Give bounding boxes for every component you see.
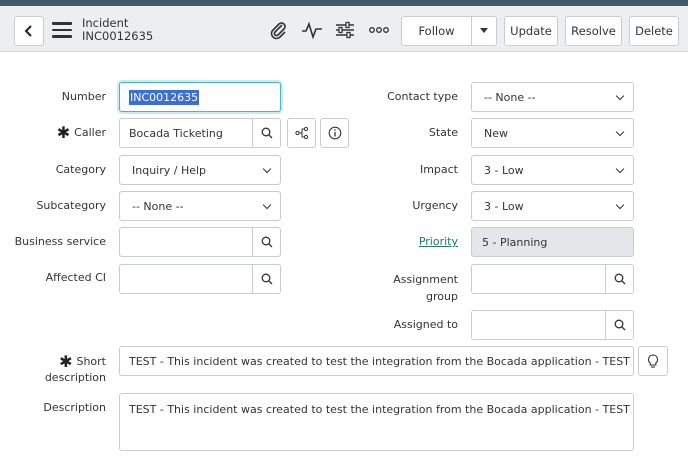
number-field[interactable]: INC0012635 xyxy=(119,82,281,112)
show-dependencies-button[interactable] xyxy=(287,118,316,148)
subcategory-select[interactable]: -- None -- xyxy=(119,191,281,221)
assigned-to-field[interactable] xyxy=(471,310,606,340)
follow-button[interactable]: Follow xyxy=(401,16,472,46)
urgency-select[interactable]: 3 - Low xyxy=(471,191,634,221)
resolve-button[interactable]: Resolve xyxy=(565,16,622,46)
hamburger-menu-icon[interactable] xyxy=(52,22,72,38)
search-icon xyxy=(614,319,625,331)
affected-ci-label: Affected CI xyxy=(45,271,106,284)
caret-down-icon xyxy=(480,28,488,33)
required-asterisk-icon: ✱ xyxy=(59,352,73,371)
update-button[interactable]: Update xyxy=(504,16,558,46)
short-description-label-line2: description xyxy=(44,371,106,384)
impact-label: Impact xyxy=(419,163,458,176)
category-select[interactable]: Inquiry / Help xyxy=(119,155,281,185)
search-icon xyxy=(261,273,272,285)
header-record-number: INC0012635 xyxy=(82,29,154,43)
business-service-label: Business service xyxy=(14,235,106,248)
short-description-field[interactable]: TEST - This incident was created to test… xyxy=(119,346,634,376)
category-label: Category xyxy=(55,163,106,176)
dependency-tree-icon xyxy=(294,127,308,139)
number-label: Number xyxy=(61,90,106,103)
attachment-icon[interactable] xyxy=(266,18,290,42)
priority-field: 5 - Planning xyxy=(471,227,634,257)
search-icon xyxy=(261,127,272,139)
suggestion-button[interactable] xyxy=(638,346,668,376)
lightbulb-icon xyxy=(648,353,658,368)
subcategory-label: Subcategory xyxy=(36,199,106,212)
caller-info-button[interactable] xyxy=(320,118,349,148)
caller-lookup-button[interactable] xyxy=(252,118,281,148)
description-textarea[interactable]: TEST - This incident was created to test… xyxy=(119,393,634,451)
assignment-group-lookup-button[interactable] xyxy=(605,264,634,294)
contact-type-select[interactable]: -- None -- xyxy=(471,82,634,112)
search-icon xyxy=(261,236,272,248)
affected-ci-lookup-button[interactable] xyxy=(252,264,281,294)
back-button[interactable] xyxy=(14,16,44,46)
urgency-label: Urgency xyxy=(412,199,458,212)
assigned-to-label: Assigned to xyxy=(393,318,458,331)
assignment-group-field[interactable] xyxy=(471,264,606,294)
required-asterisk-icon: ✱ xyxy=(56,123,71,142)
more-options-icon[interactable] xyxy=(367,18,391,42)
contact-type-label: Contact type xyxy=(387,90,458,103)
delete-button[interactable]: Delete xyxy=(629,16,679,46)
info-icon xyxy=(328,126,341,140)
business-service-lookup-button[interactable] xyxy=(252,227,281,257)
short-description-label-line1: Short xyxy=(76,355,106,368)
business-service-field[interactable] xyxy=(119,227,253,257)
caller-label: Caller xyxy=(74,126,106,139)
follow-dropdown-button[interactable] xyxy=(472,16,497,46)
impact-select[interactable]: 3 - Low xyxy=(471,155,634,185)
caller-label-wrap: ✱ Caller xyxy=(10,123,106,142)
form-header: Incident INC0012635 Follow Update Resolv… xyxy=(0,6,688,52)
number-value: INC0012635 xyxy=(129,89,200,105)
state-select[interactable]: New xyxy=(471,118,634,148)
priority-link[interactable]: Priority xyxy=(419,235,458,248)
affected-ci-field[interactable] xyxy=(119,264,253,294)
assignment-group-label: Assignment group xyxy=(360,271,458,305)
caller-field[interactable]: Bocada Ticketing xyxy=(119,118,253,148)
description-label: Description xyxy=(43,401,106,414)
personalize-sliders-icon[interactable] xyxy=(333,18,357,42)
assigned-to-lookup-button[interactable] xyxy=(605,310,634,340)
short-description-label: ✱ Short description xyxy=(10,354,106,386)
state-label: State xyxy=(428,126,458,139)
search-icon xyxy=(614,273,625,285)
activity-pulse-icon[interactable] xyxy=(300,18,324,42)
priority-label-wrap: Priority xyxy=(360,235,458,249)
assignment-group-label-line2: group xyxy=(426,290,458,303)
assignment-group-label-line1: Assignment xyxy=(393,273,458,286)
chevron-left-icon xyxy=(24,25,32,37)
